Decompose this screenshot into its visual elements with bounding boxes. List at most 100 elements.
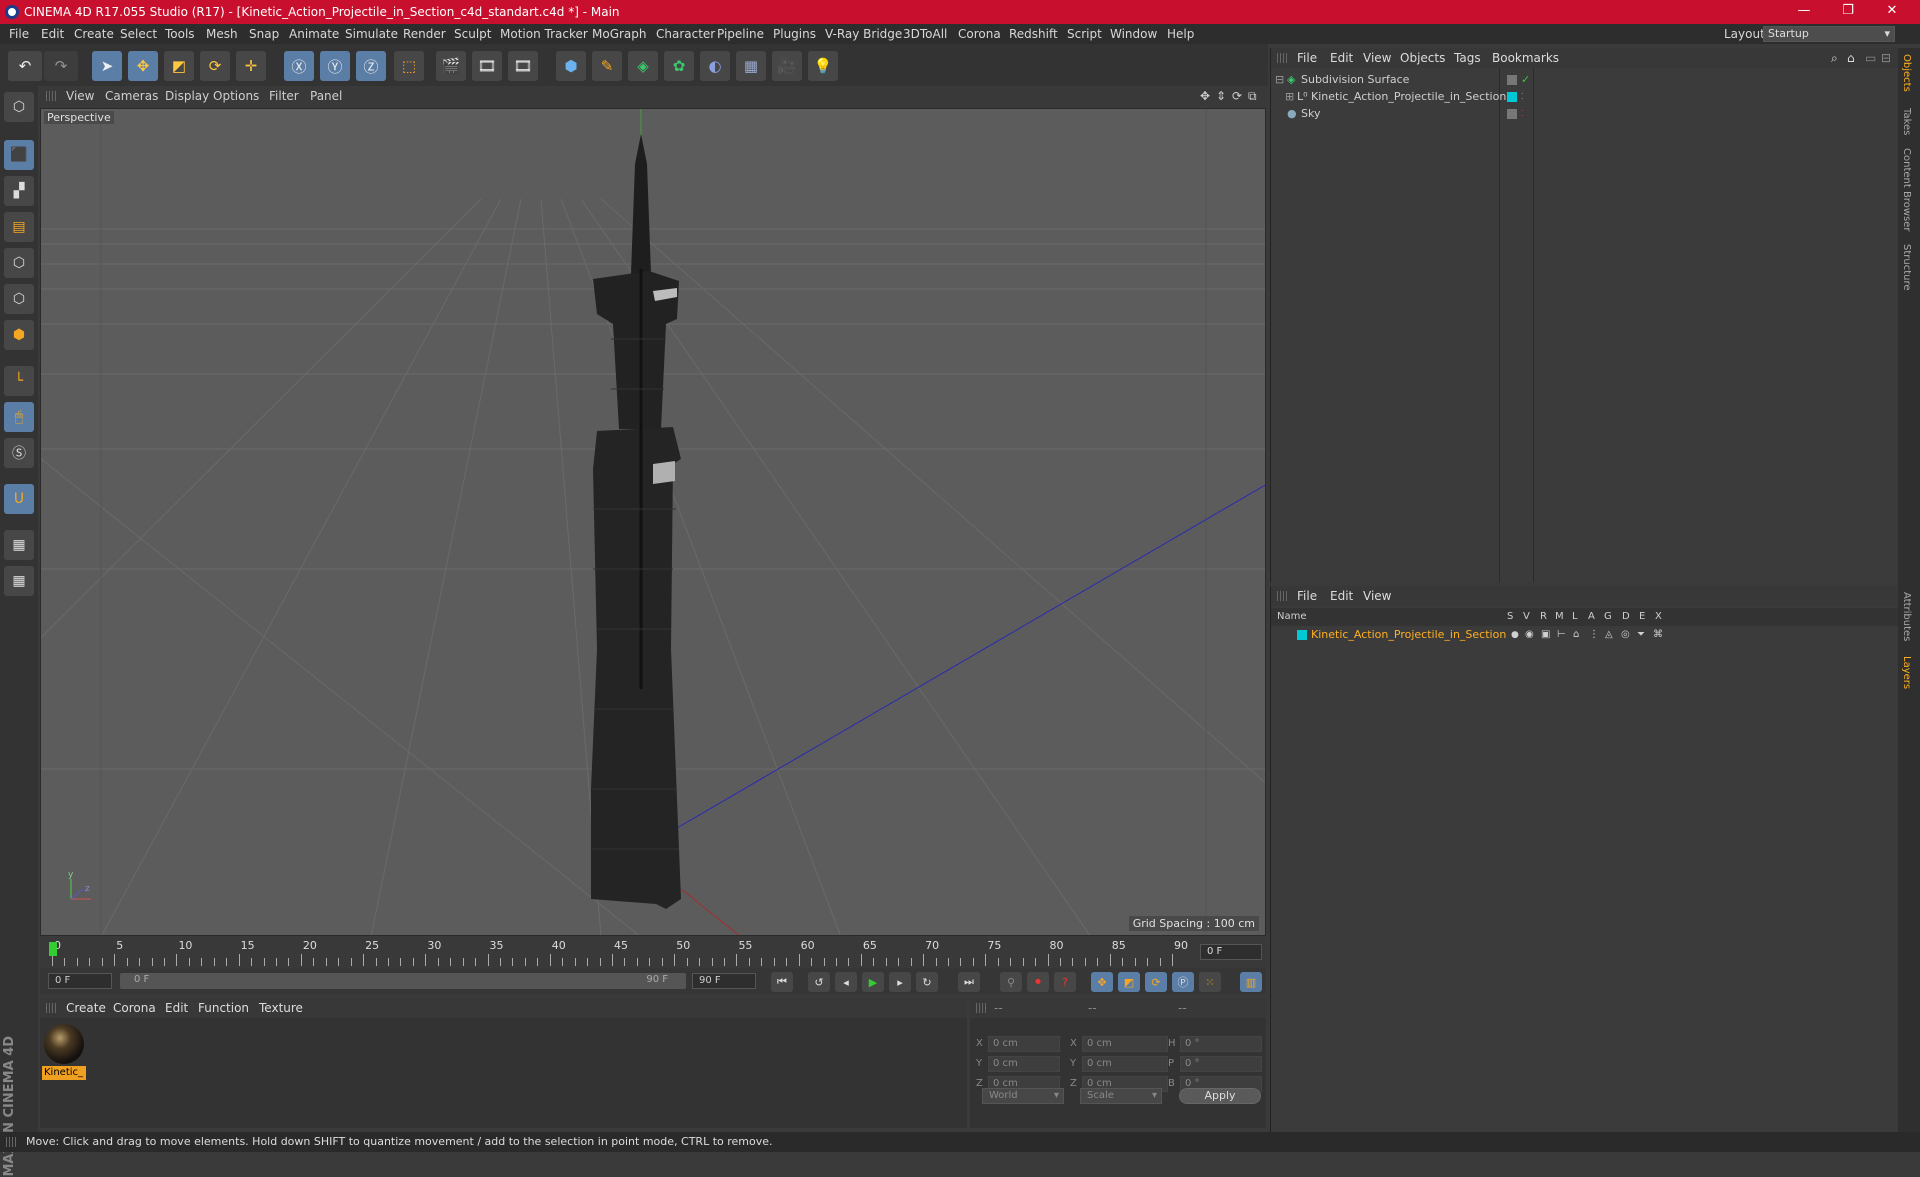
size-field[interactable]: 0 cm (1082, 1036, 1168, 1052)
rotate-tool-button[interactable]: ⟳ (200, 51, 230, 81)
object-menu-objects[interactable]: Objects (1400, 48, 1445, 68)
menu-snap[interactable]: Snap (249, 24, 279, 44)
mograph-cloner-button[interactable]: ✿ (664, 51, 694, 81)
menu-sculpt[interactable]: Sculpt (454, 24, 491, 44)
material-menu-edit[interactable]: Edit (165, 998, 188, 1018)
snap-button[interactable]: Ⓢ (4, 438, 34, 468)
current-frame-field[interactable]: 0 F (1200, 944, 1262, 960)
transform-tool-button[interactable]: ✛ (236, 51, 266, 81)
viewport-move-icon[interactable]: ✥ (1200, 86, 1210, 106)
menu-tools[interactable]: Tools (165, 24, 195, 44)
tweak-mode-button[interactable]: 🖱 (4, 402, 34, 432)
eye-icon[interactable]: ◉ (1525, 626, 1534, 644)
search-icon[interactable]: ⌕ (1831, 48, 1838, 68)
viewport-zoom-icon[interactable]: ⇕ (1216, 86, 1226, 106)
make-editable-button[interactable]: ⬡ (4, 92, 34, 122)
subdivision-surface-button[interactable]: ◈ (628, 51, 658, 81)
material-menu-function[interactable]: Function (198, 998, 249, 1018)
solo-dot-icon[interactable]: ● (1511, 626, 1519, 644)
position-field[interactable]: 0 cm (988, 1056, 1060, 1072)
menu-select[interactable]: Select (120, 24, 157, 44)
menu-pipeline[interactable]: Pipeline (717, 24, 764, 44)
redo-button[interactable]: ↷ (44, 51, 78, 81)
viewport-camera-label[interactable]: Perspective (44, 111, 114, 124)
layer-color-swatch[interactable] (1297, 630, 1307, 640)
y-axis-button[interactable]: Ⓨ (320, 51, 350, 81)
menu-mograph[interactable]: MoGraph (592, 24, 647, 44)
timeline-ruler[interactable]: 0 5 10 15 20 25 30 35 40 45 50 55 60 65 70 75 80 85 90 0 F (40, 938, 1266, 968)
column-expressions[interactable]: E (1639, 608, 1645, 626)
coordinate-system-button[interactable]: ⬚ (394, 51, 424, 81)
spline-pen-button[interactable]: ✎ (592, 51, 622, 81)
go-to-end-button[interactable]: ⏭ (958, 972, 980, 992)
restore-button[interactable]: ❐ (1828, 0, 1868, 24)
next-key-button[interactable]: ↻ (916, 972, 938, 992)
key-position-button[interactable]: ✥ (1091, 972, 1113, 992)
menu-create[interactable]: Create (74, 24, 114, 44)
cube-object-button[interactable]: ⬢ (556, 51, 586, 81)
column-animation[interactable]: A (1588, 608, 1595, 626)
column-deformers[interactable]: D (1622, 608, 1630, 626)
previous-frame-button[interactable]: ◂ (835, 972, 857, 992)
layout-dropdown[interactable]: Startup ▾ (1763, 26, 1895, 42)
visibility-dots-icon[interactable]: ⁚ (1521, 88, 1524, 106)
column-xref[interactable]: X (1655, 608, 1662, 626)
generator-icon[interactable]: ◬ (1605, 626, 1613, 644)
object-menu-file[interactable]: File (1297, 48, 1317, 68)
menu-script[interactable]: Script (1067, 24, 1102, 44)
render-icon[interactable]: ▣ (1541, 626, 1550, 644)
viewport-menu-filter[interactable]: Filter (269, 86, 299, 106)
tab-layers[interactable]: Layers (1901, 656, 1912, 689)
autokey-button[interactable]: ? (1054, 972, 1076, 992)
object-row-projectile[interactable]: ⊞ L⁰ Kinetic_Action_Projectile_in_Sectio… (1271, 88, 1898, 106)
column-locked[interactable]: L (1572, 608, 1578, 626)
close-button[interactable]: ✕ (1872, 0, 1912, 24)
object-row-subdivision-surface[interactable]: ⊟ ◈ Subdivision Surface ✓ (1271, 71, 1898, 89)
menu-character[interactable]: Character (656, 24, 715, 44)
tab-objects[interactable]: Objects (1901, 54, 1912, 92)
menu-corona[interactable]: Corona (958, 24, 1001, 44)
go-to-start-button[interactable]: ⏮ (771, 972, 793, 992)
expression-icon[interactable]: ⏷ (1637, 626, 1645, 644)
scale-mode-dropdown[interactable]: Scale ▾ (1080, 1088, 1162, 1104)
layer-menu-edit[interactable]: Edit (1330, 586, 1353, 606)
deformer-icon[interactable]: ◎ (1621, 626, 1630, 644)
move-tool-button[interactable]: ✥ (128, 51, 158, 81)
visibility-dots-icon[interactable]: ⁚ (1521, 105, 1524, 123)
size-field[interactable]: 0 cm (1082, 1056, 1168, 1072)
key-scale-button[interactable]: ◩ (1118, 972, 1140, 992)
column-solo[interactable]: S (1507, 608, 1513, 626)
object-menu-tags[interactable]: Tags (1454, 48, 1481, 68)
workplane-solo-button[interactable]: ▦ (4, 566, 34, 596)
expand-icon[interactable]: ⊞ (1285, 88, 1294, 106)
key-parameter-button[interactable]: Ⓟ (1172, 972, 1194, 992)
layer-menu-file[interactable]: File (1297, 586, 1317, 606)
tab-attributes[interactable]: Attributes (1901, 592, 1912, 641)
menu-vray-bridge[interactable]: V-Ray Bridge (825, 24, 902, 44)
start-frame-field[interactable]: 0 F (48, 973, 112, 989)
column-manager[interactable]: M (1555, 608, 1564, 626)
tab-structure[interactable]: Structure (1901, 244, 1912, 291)
axis-mode-button[interactable]: └ (4, 366, 34, 396)
motion-record-button[interactable]: ⚲ (1000, 972, 1022, 992)
key-pla-button[interactable]: ⁙ (1199, 972, 1221, 992)
coordinate-space-dropdown[interactable]: World ▾ (982, 1088, 1064, 1104)
menu-edit[interactable]: Edit (41, 24, 64, 44)
layer-menu-view[interactable]: View (1363, 586, 1391, 606)
viewport-menu-cameras[interactable]: Cameras (105, 86, 158, 106)
menu-redshift[interactable]: Redshift (1009, 24, 1058, 44)
object-menu-view[interactable]: View (1363, 48, 1391, 68)
object-menu-edit[interactable]: Edit (1330, 48, 1353, 68)
menu-plugins[interactable]: Plugins (773, 24, 816, 44)
timeline-window-button[interactable]: ▥ (1240, 972, 1262, 992)
select-tool-button[interactable]: ➤ (92, 51, 122, 81)
apply-button[interactable]: Apply (1179, 1088, 1261, 1104)
workplane-lock-button[interactable]: ▦ (4, 530, 34, 560)
undo-button[interactable]: ↶ (8, 51, 42, 81)
viewport-menu-view[interactable]: View (66, 86, 94, 106)
camera-object-button[interactable]: 🎥 (772, 51, 802, 81)
deformer-button[interactable]: ◐ (700, 51, 730, 81)
render-view-button[interactable]: 🎬 (436, 51, 466, 81)
menu-motion-tracker[interactable]: Motion Tracker (500, 24, 588, 44)
x-axis-button[interactable]: Ⓧ (284, 51, 314, 81)
